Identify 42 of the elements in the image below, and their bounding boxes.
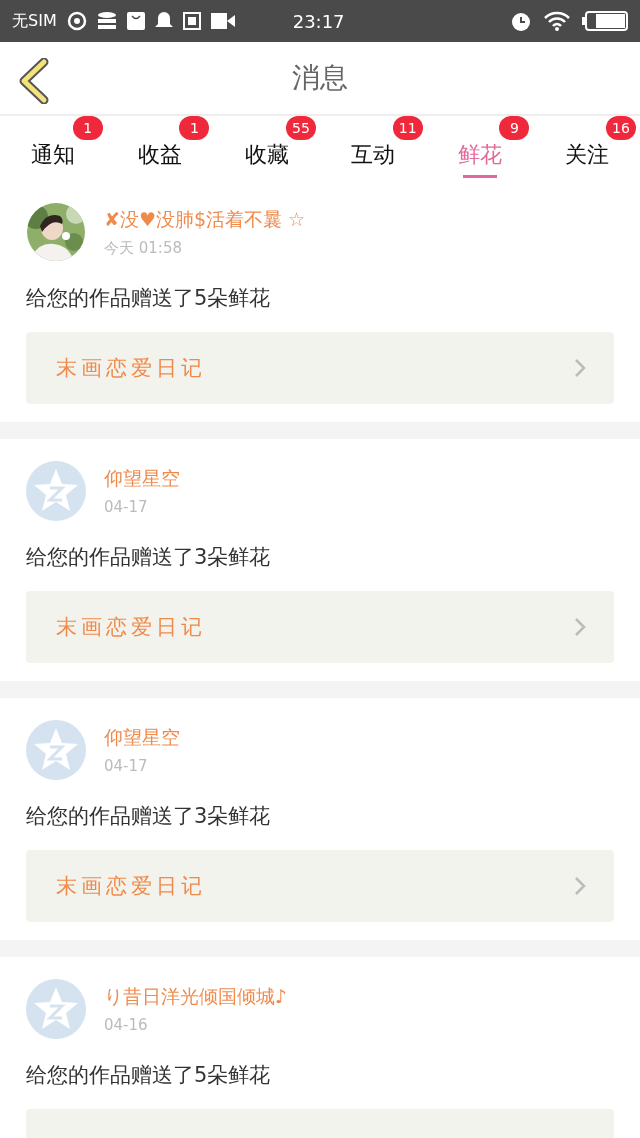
clock-text: 23:17 xyxy=(292,10,345,32)
sender-name[interactable]: 仰望星空 xyxy=(104,725,180,751)
default-avatar-icon xyxy=(26,979,86,1039)
message-time: 今天 01:58 xyxy=(104,238,183,258)
message-text: 给您的作品赠送了5朵鲜花 xyxy=(26,285,272,312)
alarm-icon xyxy=(510,10,532,32)
count-badge: 16 xyxy=(606,116,637,140)
count-badge: 11 xyxy=(392,116,423,140)
count-badge: 9 xyxy=(499,116,530,140)
tab[interactable]: 互动 11 xyxy=(320,116,427,180)
sender-name[interactable]: り昔日洋光倾国倾城♪ xyxy=(104,984,288,1010)
bag-icon xyxy=(126,12,145,30)
carrier-text: 无SIM xyxy=(12,10,57,32)
message-time: 04-17 xyxy=(104,757,149,775)
work-link[interactable]: 末画恋爱日记 xyxy=(26,591,614,663)
battery-icon xyxy=(582,11,628,31)
tab[interactable]: 关注 16 xyxy=(533,116,640,180)
count-badge: 1 xyxy=(179,116,210,140)
message-text: 给您的作品赠送了5朵鲜花 xyxy=(26,1062,272,1089)
tab[interactable]: 通知 1 xyxy=(0,116,107,180)
tab[interactable]: 收藏 55 xyxy=(213,116,320,180)
default-avatar-icon xyxy=(26,720,86,780)
sender-name[interactable]: ✘没♥没肺$活着不曩 ☆ xyxy=(104,206,306,233)
page-title: 消息 xyxy=(292,60,348,96)
message-time: 04-17 xyxy=(104,498,149,516)
chevron-right-icon xyxy=(574,876,586,896)
work-link[interactable]: 末画恋爱日记 xyxy=(26,332,614,404)
default-avatar-icon xyxy=(26,461,86,521)
count-badge: 1 xyxy=(72,116,103,140)
video-icon xyxy=(210,13,235,29)
message-text: 给您的作品赠送了3朵鲜花 xyxy=(26,544,272,571)
database-icon xyxy=(96,12,117,30)
chevron-right-icon xyxy=(574,617,586,637)
message-text: 给您的作品赠送了3朵鲜花 xyxy=(26,803,272,830)
tab[interactable]: 鲜花 9 xyxy=(426,116,534,180)
wifi-icon xyxy=(544,11,570,31)
sender-name[interactable]: 仰望星空 xyxy=(104,466,180,492)
tab[interactable]: 收益 1 xyxy=(106,116,214,180)
chevron-right-icon xyxy=(574,358,586,378)
message-time: 04-16 xyxy=(104,1016,149,1034)
work-link[interactable]: 末画恋爱日记 xyxy=(26,850,614,922)
count-badge: 55 xyxy=(286,116,316,140)
